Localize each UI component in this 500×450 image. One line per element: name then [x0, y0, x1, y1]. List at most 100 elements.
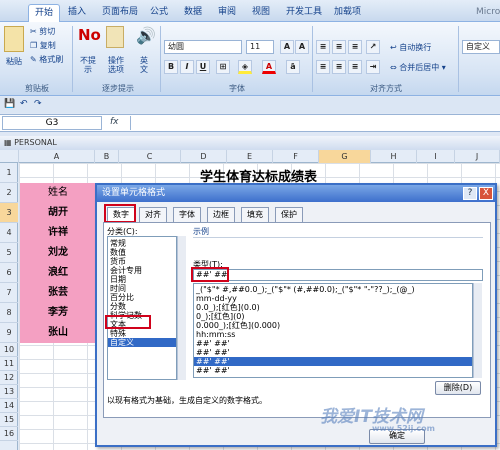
- font-name-combo[interactable]: 幼圆: [164, 40, 242, 54]
- tab-addins[interactable]: 加载项: [328, 4, 367, 22]
- tab-insert[interactable]: 插入: [62, 4, 92, 22]
- underline-icon[interactable]: U: [196, 60, 210, 74]
- list-item[interactable]: 0.0_);[红色](0.0): [194, 303, 472, 312]
- row-header[interactable]: 2: [0, 183, 18, 203]
- header-cell-name[interactable]: 姓名: [20, 183, 95, 203]
- list-item[interactable]: ##' ##': [194, 366, 472, 375]
- format-painter-button[interactable]: ✎ 格式刷: [30, 54, 63, 65]
- list-item[interactable]: 时间: [108, 284, 176, 293]
- row-header[interactable]: 11: [0, 357, 18, 371]
- tab-review[interactable]: 审阅: [212, 4, 242, 22]
- tab-data[interactable]: 数据: [178, 4, 208, 22]
- list-item[interactable]: 分数: [108, 302, 176, 311]
- category-list[interactable]: 常规 数值 货币 会计专用 日期 时间 百分比 分数 科学记数 文本 特殊 自定…: [107, 236, 177, 380]
- list-item[interactable]: 数值: [108, 248, 176, 257]
- type-input[interactable]: ##' ##': [193, 269, 483, 281]
- row-header[interactable]: 1: [0, 163, 18, 183]
- align-middle-icon[interactable]: ≡: [332, 40, 346, 54]
- column-header[interactable]: E: [227, 150, 273, 163]
- format-list[interactable]: _("$"* #,##0.0_);_("$"* (#,##0.0);_("$"*…: [193, 283, 473, 378]
- tab-font[interactable]: 字体: [173, 207, 201, 222]
- list-item-selected[interactable]: ##' ##': [194, 357, 472, 366]
- number-format-combo[interactable]: 自定义: [462, 40, 500, 54]
- row-header[interactable]: 8: [0, 303, 18, 323]
- shrink-font-icon[interactable]: A: [295, 40, 309, 54]
- grow-font-icon[interactable]: A: [280, 40, 294, 54]
- tab-alignment[interactable]: 对齐: [139, 207, 167, 222]
- row-header[interactable]: 6: [0, 263, 18, 283]
- align-top-icon[interactable]: ≡: [316, 40, 330, 54]
- phonetic-icon[interactable]: ā: [286, 60, 300, 74]
- merge-center-button[interactable]: ⇔ 合并后居中 ▾: [390, 62, 446, 73]
- help-button[interactable]: ?: [463, 187, 477, 200]
- tab-page-layout[interactable]: 页面布局: [96, 4, 144, 22]
- align-bottom-icon[interactable]: ≡: [348, 40, 362, 54]
- copy-button[interactable]: ❐ 复制: [30, 40, 56, 51]
- name-cell[interactable]: 李芳: [20, 303, 95, 323]
- tab-developer[interactable]: 开发工具: [280, 4, 328, 22]
- column-header[interactable]: C: [119, 150, 181, 163]
- column-header[interactable]: J: [455, 150, 500, 163]
- wrap-text-button[interactable]: ↩ 自动换行: [390, 42, 431, 53]
- english-button[interactable]: 英文: [138, 56, 150, 74]
- tab-protection[interactable]: 保护: [275, 207, 303, 222]
- column-header[interactable]: B: [95, 150, 119, 163]
- font-color-icon[interactable]: A: [262, 60, 276, 74]
- list-item[interactable]: 0_);[红色](0): [194, 312, 472, 321]
- name-cell[interactable]: 胡开: [20, 203, 95, 223]
- format-scrollbar[interactable]: [473, 283, 482, 378]
- column-header[interactable]: H: [371, 150, 417, 163]
- list-item[interactable]: 特殊: [108, 329, 176, 338]
- name-cell[interactable]: 刘龙: [20, 243, 95, 263]
- list-item[interactable]: ##' ##': [194, 348, 472, 357]
- row-header[interactable]: 14: [0, 399, 18, 413]
- tab-home[interactable]: 开始: [28, 4, 61, 22]
- column-header[interactable]: I: [417, 150, 455, 163]
- list-item-selected[interactable]: 自定义: [108, 338, 176, 347]
- align-left-icon[interactable]: ≡: [316, 60, 330, 74]
- border-icon[interactable]: ⊞: [216, 60, 230, 74]
- name-box[interactable]: G3: [2, 116, 102, 130]
- indent-icon[interactable]: ⇥: [366, 60, 380, 74]
- options-button[interactable]: 操作选项: [106, 56, 126, 74]
- column-header-selected[interactable]: G: [319, 150, 371, 163]
- row-header[interactable]: 16: [0, 427, 18, 441]
- list-item[interactable]: 货币: [108, 257, 176, 266]
- paste-icon[interactable]: [4, 26, 24, 52]
- list-item[interactable]: mm-dd-yy: [194, 294, 472, 303]
- row-header[interactable]: 9: [0, 323, 18, 343]
- align-right-icon[interactable]: ≡: [348, 60, 362, 74]
- save-icon[interactable]: 💾: [4, 99, 15, 109]
- delete-button[interactable]: 删除(D): [435, 381, 481, 395]
- row-header[interactable]: 13: [0, 385, 18, 399]
- row-header[interactable]: 10: [0, 343, 18, 357]
- list-item[interactable]: _("$"* #,##0.0_);_("$"* (#,##0.0);_("$"*…: [194, 285, 472, 294]
- redo-icon[interactable]: ↷: [34, 99, 42, 109]
- row-header-selected[interactable]: 3: [0, 203, 18, 223]
- list-item[interactable]: 常规: [108, 239, 176, 248]
- column-header[interactable]: A: [19, 150, 95, 163]
- bold-icon[interactable]: B: [164, 60, 178, 74]
- list-item[interactable]: 日期: [108, 275, 176, 284]
- row-header[interactable]: 5: [0, 243, 18, 263]
- name-cell[interactable]: 许祥: [20, 223, 95, 243]
- row-header[interactable]: 7: [0, 283, 18, 303]
- close-button[interactable]: X: [479, 187, 493, 200]
- row-header[interactable]: 15: [0, 413, 18, 427]
- name-cell[interactable]: 张芸: [20, 283, 95, 303]
- list-item[interactable]: ##' ##': [194, 339, 472, 348]
- column-header[interactable]: D: [181, 150, 227, 163]
- fx-icon[interactable]: fx: [110, 117, 119, 127]
- align-center-icon[interactable]: ≡: [332, 60, 346, 74]
- row-header[interactable]: 4: [0, 223, 18, 243]
- row-header[interactable]: 12: [0, 371, 18, 385]
- name-cell[interactable]: 浪红: [20, 263, 95, 283]
- paste-button[interactable]: 粘贴: [6, 56, 22, 67]
- column-header[interactable]: F: [273, 150, 319, 163]
- tab-fill[interactable]: 填充: [241, 207, 269, 222]
- font-size-combo[interactable]: 11: [246, 40, 274, 54]
- list-item[interactable]: 会计专用: [108, 266, 176, 275]
- list-item[interactable]: 百分比: [108, 293, 176, 302]
- undo-icon[interactable]: ↶: [20, 99, 28, 109]
- tab-border[interactable]: 边框: [207, 207, 235, 222]
